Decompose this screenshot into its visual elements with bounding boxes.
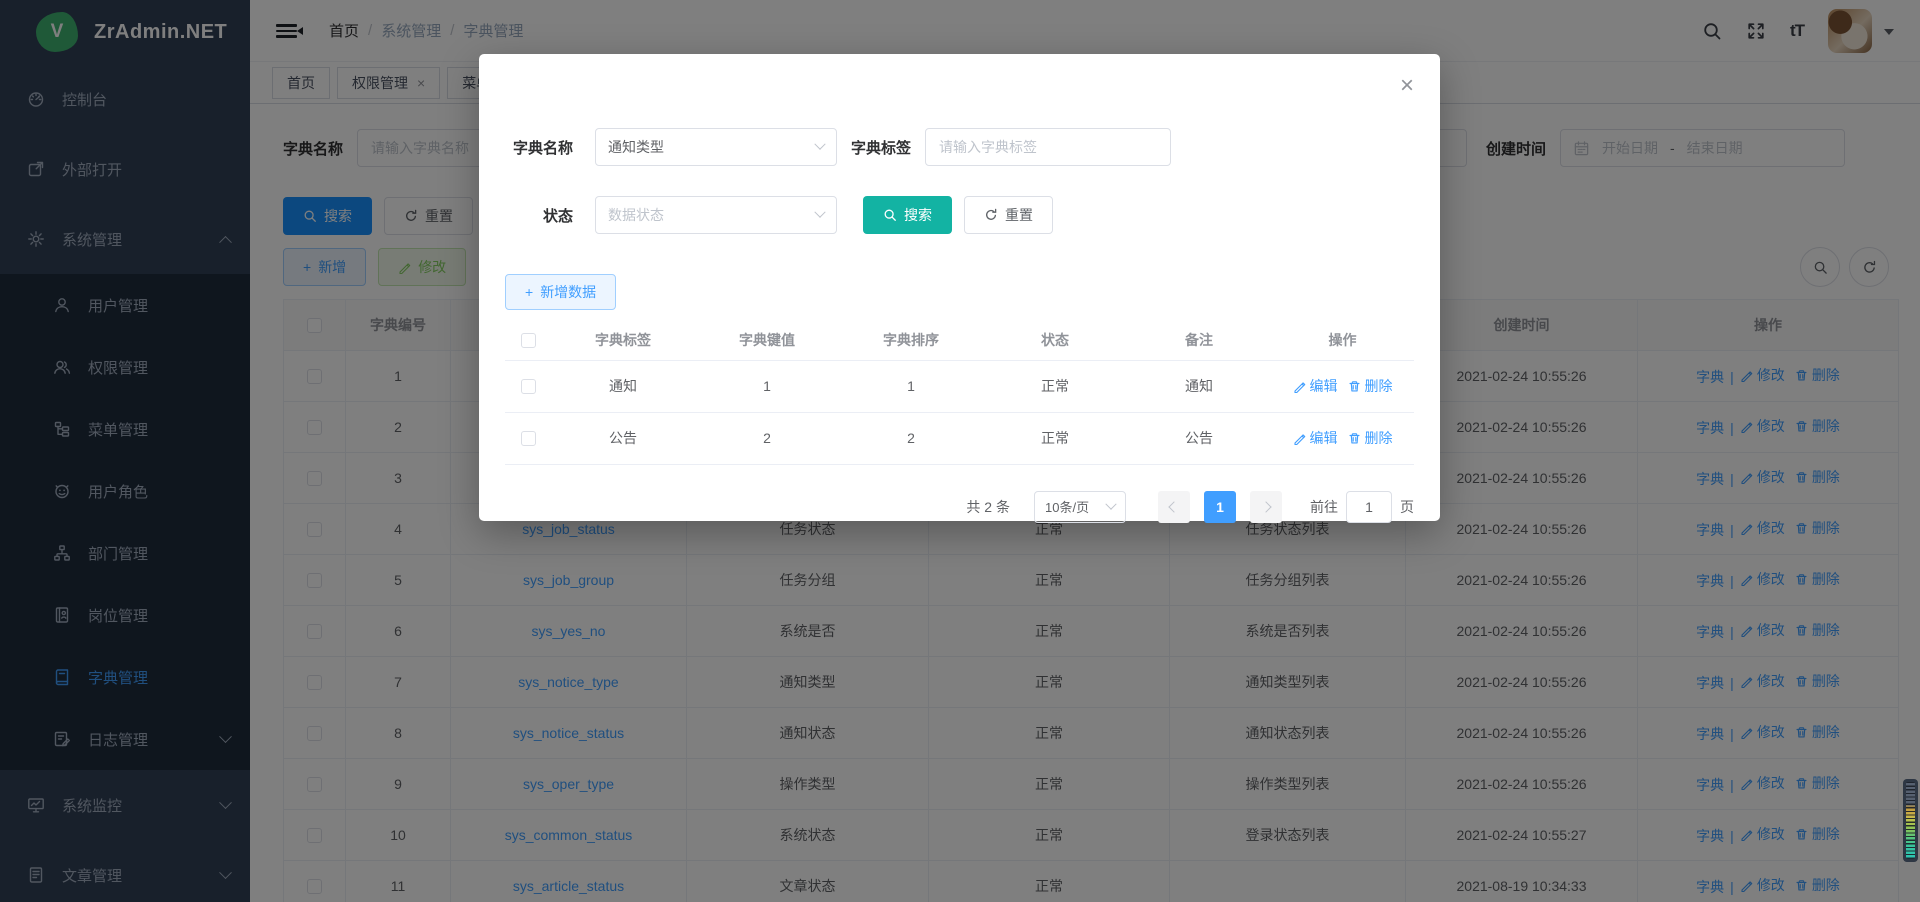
next-page-button[interactable]: [1250, 491, 1282, 523]
scroll-minimap[interactable]: [1903, 779, 1918, 862]
modal-filter-row-1: 字典名称 通知类型 字典标签: [505, 128, 1414, 166]
modal-status-label: 状态: [505, 205, 573, 226]
edit-icon: [1293, 380, 1306, 393]
dict-data-table: 字典标签字典键值字典排序状态备注操作通知11正常通知编辑删除公告22正常公告编辑…: [505, 320, 1414, 465]
total-count: 共 2 条: [966, 497, 1010, 517]
modal-select-all-checkbox[interactable]: [521, 333, 536, 348]
delete-link[interactable]: 删除: [1348, 376, 1393, 396]
chevron-down-icon: [814, 139, 825, 150]
chevron-down-icon: [1105, 498, 1116, 509]
chevron-down-icon: [814, 207, 825, 218]
modal-search-button[interactable]: 搜索: [863, 196, 952, 234]
dict-data-modal: × 字典名称 通知类型 字典标签 状态 数据状态 搜索 重置: [479, 54, 1440, 521]
delete-link[interactable]: 删除: [1348, 428, 1393, 448]
modal-row-checkbox[interactable]: [521, 379, 536, 394]
modal-pagination: 共 2 条 10条/页 1 前往 页: [505, 491, 1414, 523]
trash-icon: [1348, 432, 1361, 445]
modal-status-select[interactable]: 数据状态: [595, 196, 837, 234]
edit-icon: [1293, 432, 1306, 445]
modal-row-checkbox[interactable]: [521, 431, 536, 446]
goto-page-input[interactable]: [1346, 491, 1392, 523]
modal-filter-row-2: 状态 数据状态 搜索 重置: [505, 196, 1414, 234]
modal-dict-name-select[interactable]: 通知类型: [595, 128, 837, 166]
chevron-left-icon: [1168, 501, 1179, 512]
close-icon[interactable]: ×: [1400, 74, 1414, 98]
modal-dict-name-label: 字典名称: [505, 137, 573, 158]
modal-reset-button[interactable]: 重置: [964, 196, 1053, 234]
edit-link[interactable]: 编辑: [1293, 428, 1338, 448]
modal-table-header-row: 字典标签字典键值字典排序状态备注操作: [505, 320, 1414, 360]
modal-dict-tag-label: 字典标签: [851, 137, 911, 158]
modal-table-row: 通知11正常通知编辑删除: [505, 360, 1414, 412]
page-unit-label: 页: [1400, 497, 1414, 517]
add-data-button[interactable]: + 新增数据: [505, 274, 616, 310]
app-root: V ZrAdmin.NET 控制台外部打开系统管理用户管理权限管理菜单管理用户角…: [0, 0, 1920, 902]
plus-icon: +: [525, 284, 533, 300]
prev-page-button[interactable]: [1158, 491, 1190, 523]
chevron-right-icon: [1260, 501, 1271, 512]
edit-link[interactable]: 编辑: [1293, 376, 1338, 396]
modal-table-row: 公告22正常公告编辑删除: [505, 412, 1414, 464]
goto-label: 前往: [1310, 497, 1338, 517]
page-number-button[interactable]: 1: [1204, 491, 1236, 523]
modal-dict-tag-input[interactable]: [925, 128, 1171, 166]
trash-icon: [1348, 380, 1361, 393]
page-size-select[interactable]: 10条/页: [1034, 491, 1126, 523]
